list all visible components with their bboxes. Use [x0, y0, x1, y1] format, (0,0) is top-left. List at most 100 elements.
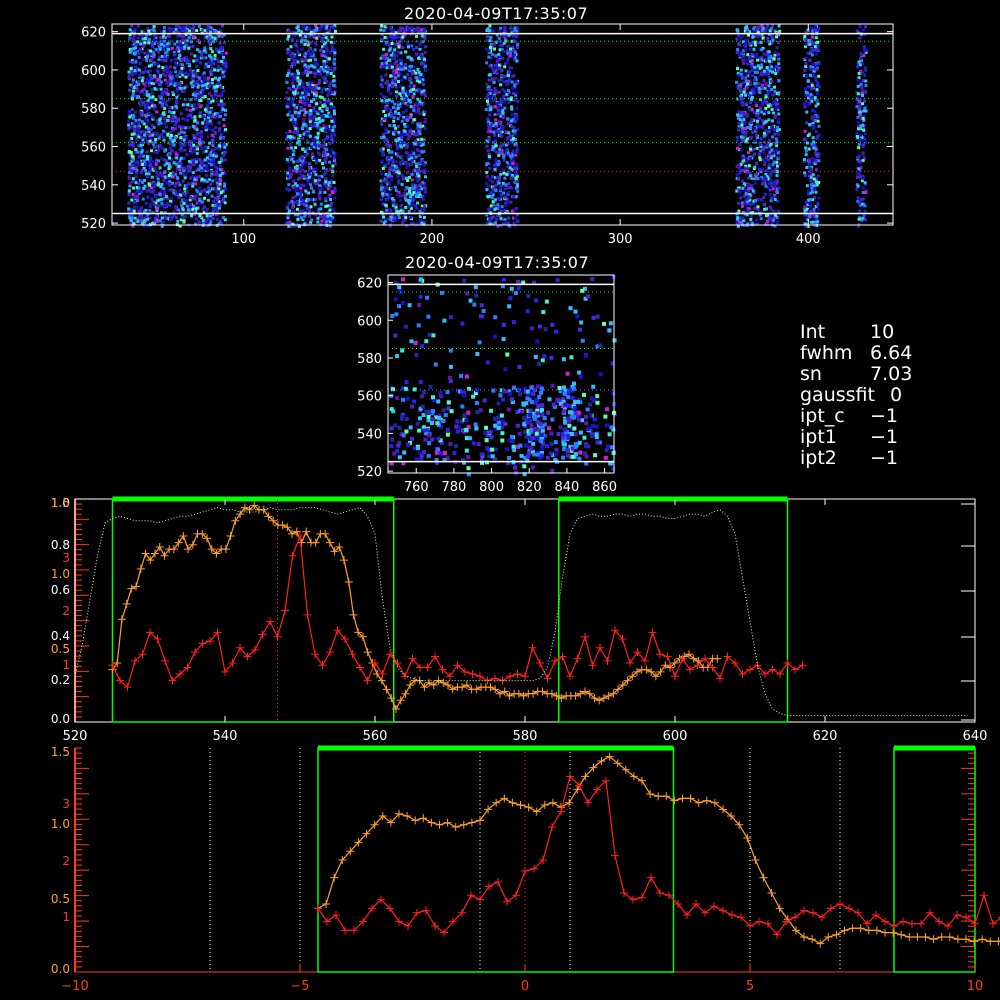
spectro-pixel: [183, 86, 187, 90]
spectro-pixel: [210, 133, 214, 137]
spectro-pixel: [380, 198, 384, 202]
spectro-pixel: [404, 216, 408, 220]
spectro-pixel: [127, 70, 131, 74]
spectro-pixel: [516, 99, 520, 103]
spectro-pixel: [749, 147, 752, 151]
spectro-pixel: [141, 216, 145, 220]
spectro-pixel: [165, 50, 169, 54]
spectro-pixel: [485, 170, 489, 174]
spectro-pixel: [312, 29, 316, 33]
spectro-pixel: [516, 219, 520, 223]
spectro-pixel: [497, 112, 501, 116]
spectro-pixel: [771, 125, 774, 129]
spectro-pixel: [151, 133, 155, 137]
spectro-pixel: [324, 36, 328, 40]
spectro-pixel: [738, 191, 742, 195]
spectro-pixel: [174, 152, 178, 156]
spectro-pixel: [223, 113, 227, 117]
spectro-pixel: [755, 146, 759, 150]
spectro-pixel: [485, 144, 489, 148]
spectro-pixel: [397, 45, 401, 49]
spectro-pixel: [295, 184, 299, 188]
spectro-pixel: [387, 155, 391, 159]
spectro-pixel: [400, 182, 404, 186]
spectro-pixel: [147, 41, 151, 45]
spectro-pixel: [316, 216, 320, 220]
spectro-pixel: [300, 106, 304, 110]
spectro-pixel: [292, 130, 296, 134]
spectro-pixel: [224, 51, 228, 55]
spectro-pixel: [212, 157, 216, 161]
spectro-pixel: [158, 118, 162, 122]
spectro-pixel: [409, 105, 413, 109]
spectro-pixel: [324, 41, 328, 45]
spectro-pixel: [740, 201, 744, 205]
spectro-pixel: [407, 202, 411, 205]
spectro-pixel: [332, 181, 336, 184]
spectro-pixel: [133, 219, 137, 223]
spectro-pixel: [172, 53, 176, 57]
spectro-pixel: [749, 121, 753, 125]
spectro-pixel: [149, 113, 153, 117]
spectro-pixel: [139, 47, 142, 51]
spectro-pixel: [139, 143, 143, 147]
spectro-pixel: [493, 167, 497, 171]
spectro-pixel: [739, 135, 743, 139]
spectro-pixel: [158, 193, 162, 197]
spectro-pixel: [739, 68, 743, 72]
spectro-pixel: [502, 171, 506, 175]
spectro-pixel: [417, 106, 421, 110]
spectro-pixel: [817, 207, 821, 211]
spectro-pixel: [513, 34, 517, 38]
spectro-pixel: [320, 90, 324, 94]
spectro-pixel: [221, 46, 224, 50]
spectro-pixel: [184, 173, 188, 177]
spectro-pixel: [137, 55, 141, 59]
spectro-pixel: [329, 132, 333, 136]
spectro-pixel: [812, 126, 816, 130]
spectro-pixel: [298, 99, 302, 103]
spectro-pixel: [157, 95, 161, 99]
spectro-pixel: [385, 208, 389, 212]
spectro-pixel: [288, 110, 292, 114]
spectro-pixel: [196, 121, 199, 125]
spectro-pixel: [294, 43, 298, 47]
spectro-pixel: [328, 87, 332, 91]
spectro-pixel: [318, 28, 322, 32]
spectro-pixel: [173, 123, 177, 127]
spectro-pixel: [738, 118, 742, 122]
spectro-pixel: [221, 89, 225, 93]
spectro-pixel: [760, 58, 764, 62]
spectro-pixel: [382, 117, 386, 120]
spectro-pixel: [127, 112, 131, 116]
spectro-pixel: [331, 129, 335, 132]
spectro-pixel: [379, 136, 383, 140]
spectro-pixel: [132, 196, 136, 200]
spectro-pixel: [769, 217, 773, 221]
spectro-pixel: [308, 134, 312, 138]
spectro-pixel: [737, 188, 741, 192]
spectro-pixel: [198, 50, 202, 54]
spectro-pixel: [206, 186, 210, 190]
spectro-pixel: [147, 80, 151, 84]
spectro-pixel: [213, 93, 217, 97]
spectro-pixel: [205, 193, 208, 196]
spectro-pixel: [205, 167, 209, 171]
spectro-pixel: [333, 152, 337, 156]
spectro-pixel: [292, 84, 295, 88]
spectro-pixel: [497, 36, 501, 40]
spectro-pixel: [807, 147, 811, 151]
spectro-pixel: [289, 45, 293, 49]
spectro-pixel: [219, 67, 223, 71]
spectro-pixel: [298, 134, 302, 138]
spectro-pixel: [333, 112, 336, 116]
spectro-pixel: [127, 75, 131, 79]
spectro-pixel: [753, 177, 757, 181]
spectro-pixel: [150, 57, 154, 61]
spectro-pixel: [398, 161, 402, 165]
spectro-pixel: [505, 82, 509, 86]
spectro-pixel: [192, 70, 196, 74]
spectro-pixel: [411, 121, 414, 125]
spectro-pixel: [163, 36, 167, 39]
spectro-pixel: [183, 45, 187, 49]
